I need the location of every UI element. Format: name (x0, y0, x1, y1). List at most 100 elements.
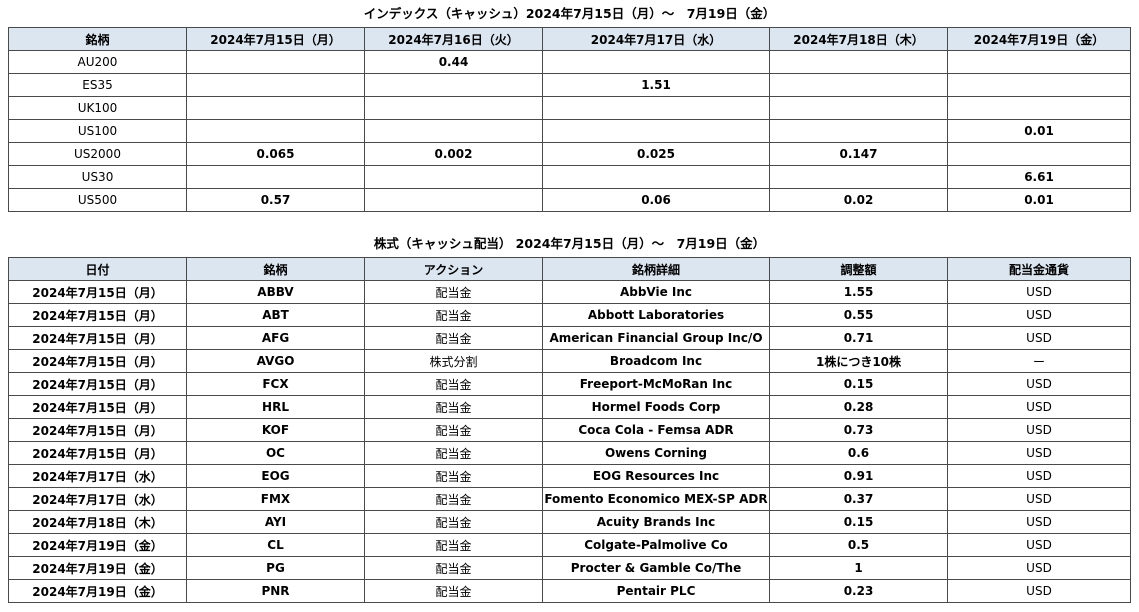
stock-action-cell: 配当金 (364, 556, 543, 580)
table-row: 2024年7月17日（水） FMX 配当金 Fomento Economico MEX… (8, 487, 1131, 511)
index-value-wed (542, 96, 770, 120)
index-value-tue (364, 165, 543, 189)
index-value-wed (542, 165, 770, 189)
index-value-mon (186, 119, 365, 143)
table-row: 2024年7月19日（金） PG 配当金 Procter & Gamble Co/Th… (8, 556, 1131, 580)
stock-amount-cell: 0.73 (769, 418, 948, 442)
stock-amount-cell: 0.28 (769, 395, 948, 419)
index-header-symbol: 銘柄 (8, 27, 187, 51)
stock-amount-cell: 0.15 (769, 510, 948, 534)
index-value-fri (947, 96, 1131, 120)
stock-symbol-cell: CL (186, 533, 365, 557)
table-row: US100 0.01 (8, 119, 1131, 143)
stock-amount-cell: 0.37 (769, 487, 948, 511)
stock-detail-cell: Fomento Economico MEX-SP ADR (542, 487, 770, 511)
stock-detail-cell: Owens Corning (542, 441, 770, 465)
index-value-tue (364, 119, 543, 143)
stock-action-cell: 配当金 (364, 303, 543, 327)
index-symbol-cell: AU200 (8, 50, 187, 74)
stock-action-cell: 配当金 (364, 418, 543, 442)
index-value-mon (186, 73, 365, 97)
stock-action-cell: 配当金 (364, 464, 543, 488)
table-row: ES35 1.51 (8, 73, 1131, 97)
table-row: 2024年7月15日（月） KOF 配当金 Coca Cola - Femsa ADR… (8, 418, 1131, 442)
stock-date-cell: 2024年7月15日（月） (8, 441, 187, 465)
stock-detail-cell: Freeport-McMoRan Inc (542, 372, 770, 396)
stock-detail-cell: Hormel Foods Corp (542, 395, 770, 419)
stock-action-cell: 配当金 (364, 372, 543, 396)
table-row: US2000 0.065 0.002 0.025 0.147 (8, 142, 1131, 166)
index-value-thu (769, 165, 948, 189)
index-value-tue: 0.44 (364, 50, 543, 74)
stock-detail-cell: EOG Resources Inc (542, 464, 770, 488)
stock-amount-cell: 0.23 (769, 579, 948, 603)
index-value-fri (947, 50, 1131, 74)
stock-amount-cell: 1.55 (769, 280, 948, 304)
table-row: 2024年7月15日（月） HRL 配当金 Hormel Foods Corp 0.28… (8, 395, 1131, 419)
stock-symbol-cell: KOF (186, 418, 365, 442)
stock-header-amount: 調整額 (769, 257, 948, 281)
stock-symbol-cell: FCX (186, 372, 365, 396)
index-cash-table: 銘柄 2024年7月15日（月） 2024年7月16日（火） 2024年7月17… (8, 27, 1131, 212)
stock-amount-cell: 0.15 (769, 372, 948, 396)
index-table-title: インデックス（キャッシュ）2024年7月15日（月）～ 7月19日（金） (363, 6, 776, 21)
index-value-fri: 0.01 (947, 188, 1131, 212)
stock-date-cell: 2024年7月17日（水） (8, 487, 187, 511)
stock-date-cell: 2024年7月15日（月） (8, 280, 187, 304)
stock-detail-cell: American Financial Group Inc/O (542, 326, 770, 350)
stock-detail-cell: Colgate-Palmolive Co (542, 533, 770, 557)
stock-symbol-cell: ABBV (186, 280, 365, 304)
stock-symbol-cell: FMX (186, 487, 365, 511)
stock-currency-cell: USD (947, 487, 1131, 511)
index-value-thu: 0.147 (769, 142, 948, 166)
stock-symbol-cell: ABT (186, 303, 365, 327)
index-value-tue (364, 96, 543, 120)
stock-date-cell: 2024年7月15日（月） (8, 418, 187, 442)
index-value-fri: 6.61 (947, 165, 1131, 189)
stock-amount-cell: 0.5 (769, 533, 948, 557)
stock-currency-cell: ー (947, 349, 1131, 373)
stock-header-date: 日付 (8, 257, 187, 281)
stock-header-detail: 銘柄詳細 (542, 257, 770, 281)
index-header-date-fri: 2024年7月19日（金） (947, 27, 1131, 51)
table-row: 2024年7月15日（月） ABT 配当金 Abbott Laboratories 0.… (8, 303, 1131, 327)
index-value-tue (364, 188, 543, 212)
index-symbol-cell: US500 (8, 188, 187, 212)
index-value-thu (769, 119, 948, 143)
index-value-thu: 0.02 (769, 188, 948, 212)
index-symbol-cell: US100 (8, 119, 187, 143)
stock-detail-cell: Abbott Laboratories (542, 303, 770, 327)
stock-currency-cell: USD (947, 418, 1131, 442)
stock-symbol-cell: OC (186, 441, 365, 465)
stock-date-cell: 2024年7月15日（月） (8, 372, 187, 396)
stock-action-cell: 配当金 (364, 326, 543, 350)
stock-table-title: 株式（キャッシュ配当） 2024年7月15日（月）～ 7月19日（金） (373, 236, 766, 251)
index-symbol-cell: US30 (8, 165, 187, 189)
index-value-wed (542, 119, 770, 143)
stock-amount-cell: 1株につき10株 (769, 349, 948, 373)
stock-currency-cell: USD (947, 464, 1131, 488)
stock-currency-cell: USD (947, 280, 1131, 304)
index-header-date-mon: 2024年7月15日（月） (186, 27, 365, 51)
stock-date-cell: 2024年7月15日（月） (8, 303, 187, 327)
table-row: 2024年7月19日（金） PNR 配当金 Pentair PLC 0.23 USD (8, 579, 1131, 603)
index-value-fri (947, 73, 1131, 97)
stock-symbol-cell: AYI (186, 510, 365, 534)
index-value-thu (769, 73, 948, 97)
index-value-thu (769, 96, 948, 120)
stock-detail-cell: Procter & Gamble Co/The (542, 556, 770, 580)
stock-header-symbol: 銘柄 (186, 257, 365, 281)
stock-symbol-cell: EOG (186, 464, 365, 488)
stock-currency-cell: USD (947, 395, 1131, 419)
stock-currency-cell: USD (947, 510, 1131, 534)
stock-currency-cell: USD (947, 579, 1131, 603)
stock-currency-cell: USD (947, 556, 1131, 580)
index-value-wed: 0.06 (542, 188, 770, 212)
index-value-tue: 0.002 (364, 142, 543, 166)
index-value-mon: 0.57 (186, 188, 365, 212)
index-symbol-cell: UK100 (8, 96, 187, 120)
stock-amount-cell: 0.55 (769, 303, 948, 327)
index-value-wed: 0.025 (542, 142, 770, 166)
index-value-mon (186, 96, 365, 120)
stock-amount-cell: 0.71 (769, 326, 948, 350)
